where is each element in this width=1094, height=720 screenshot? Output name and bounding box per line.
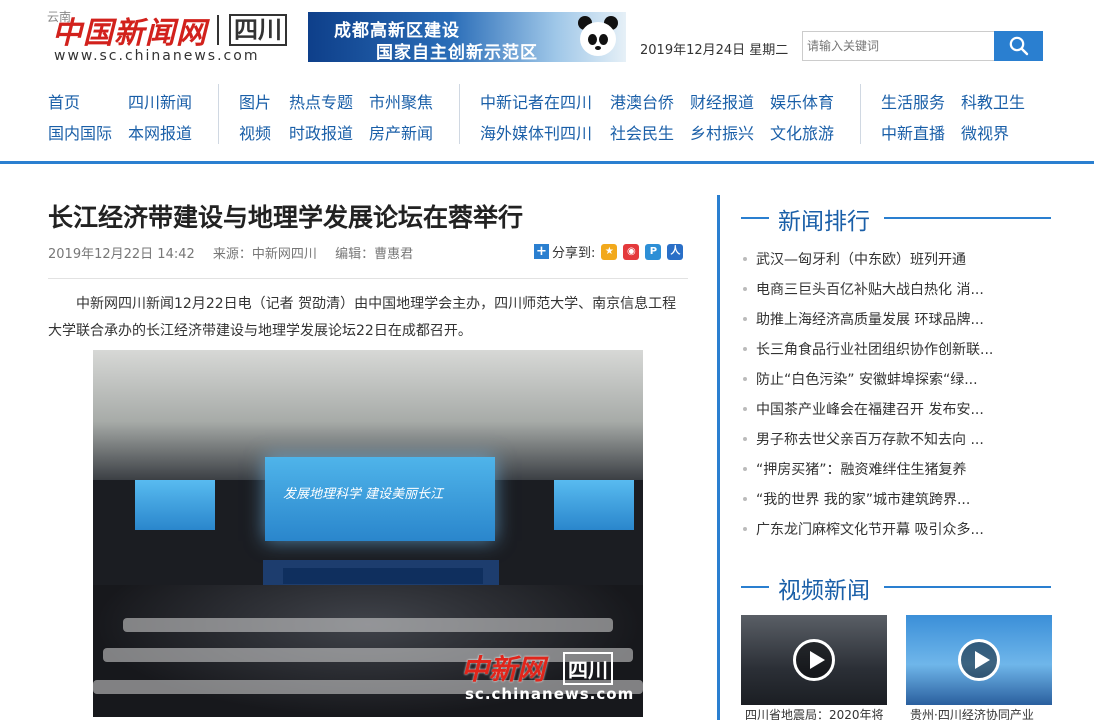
banner-line2: 国家自主创新示范区 (376, 43, 538, 62)
logo-chinese: 中国新闻网 (52, 16, 207, 51)
article-editor: 编辑：曹惠君 (335, 247, 414, 262)
nav-item-home[interactable]: 首页 (48, 89, 80, 113)
photo-watermark: 中新网 (461, 653, 546, 686)
column-divider (717, 195, 720, 720)
article-source: 来源：中新网四川 (212, 247, 317, 262)
nav-item-hk-macau[interactable]: 港澳台侨 (610, 89, 674, 113)
article-date: 2019年12月22日 14:42 (48, 247, 195, 262)
video-caption: 四川省地震局：2020年将 (745, 708, 884, 720)
search-icon (1009, 36, 1028, 56)
video-card[interactable]: 四川省地震局：2020年将 (741, 615, 887, 720)
video-caption: 贵州·四川经济协同产业 (910, 708, 1034, 720)
play-icon (958, 639, 1000, 681)
nav-divider (860, 84, 861, 144)
nav-divider (459, 84, 460, 144)
nav-item-science-health[interactable]: 科教卫生 (961, 89, 1025, 113)
nav-item-overseas-media[interactable]: 海外媒体刊四川 (480, 120, 592, 144)
list-item[interactable]: 武汉—匈牙利（中东欧）班列开通 (741, 246, 1041, 276)
list-item[interactable]: “我的世界 我的家”城市建筑跨界... (741, 486, 1041, 516)
nav-item-hot-topics[interactable]: 热点专题 (289, 89, 353, 113)
logo-divider (217, 15, 219, 45)
weibo-icon[interactable]: ◉ (623, 243, 640, 260)
tencent-weibo-icon[interactable]: P (645, 243, 662, 260)
logo-region: 四川 (229, 14, 287, 46)
renren-icon[interactable]: 人 (667, 243, 684, 260)
nav-item-real-estate[interactable]: 房产新闻 (369, 120, 433, 144)
nav-item-finance[interactable]: 财经报道 (690, 89, 754, 113)
video-card[interactable]: 贵州·四川经济协同产业 (906, 615, 1052, 720)
nav-item-entertainment[interactable]: 娱乐体育 (770, 89, 834, 113)
list-item[interactable]: 长三角食品行业社团组织协作创新联... (741, 336, 1041, 366)
header-divider (0, 161, 1094, 164)
photo-watermark-region: 四川 (563, 652, 613, 685)
nav-item-reporters[interactable]: 中新记者在四川 (480, 89, 592, 113)
share-label: 分享到: (552, 246, 596, 261)
nav-item-politics[interactable]: 时政报道 (289, 120, 353, 144)
qzone-icon[interactable]: ★ (601, 243, 618, 260)
main-nav: 首页 四川新闻 国内国际 本网报道 图片 热点专题 市州聚焦 视频 时政报道 房… (0, 84, 1094, 146)
share-plus-icon[interactable]: + (534, 244, 549, 259)
promo-banner[interactable]: 成都高新区建设 国家自主创新示范区 (308, 12, 626, 62)
nav-item-live[interactable]: 中新直播 (881, 120, 945, 144)
rank-title: 新闻排行 (778, 209, 870, 235)
list-item[interactable]: 助推上海经济高质量发展 环球品牌... (741, 306, 1041, 336)
photo-watermark-url: sc.chinanews.com (465, 685, 635, 703)
nav-item-domestic[interactable]: 国内国际 (48, 120, 112, 144)
article-title: 长江经济带建设与地理学发展论坛在蓉举行 (48, 203, 524, 232)
video-title: 视频新闻 (778, 578, 870, 604)
list-item[interactable]: 男子称去世父亲百万存款不知去向 ... (741, 426, 1041, 456)
list-item[interactable]: 广东龙门麻榨文化节开幕 吸引众多... (741, 516, 1041, 546)
article-meta: 2019年12月22日 14:42 来源：中新网四川 编辑：曹惠君 (48, 243, 427, 262)
nav-divider (218, 84, 219, 144)
list-item[interactable]: 电商三巨头百亿补贴大战白热化 消... (741, 276, 1041, 306)
share-bar: + 分享到: ★ ◉ P 人 (534, 242, 684, 261)
rank-header: 新闻排行 (741, 199, 1051, 235)
video-header: 视频新闻 (741, 568, 1051, 604)
nav-item-micro-view[interactable]: 微视界 (961, 120, 1009, 144)
logo-url: www.sc.chinanews.com (54, 48, 260, 64)
search-input[interactable] (802, 31, 994, 61)
list-item[interactable]: 防止“白色污染” 安徽蚌埠探索“绿... (741, 366, 1041, 396)
nav-item-culture-travel[interactable]: 文化旅游 (770, 120, 834, 144)
article-body: 中新网四川新闻12月22日电（记者 贺劭清）由中国地理学会主办，四川师范大学、南… (48, 296, 677, 339)
search-button[interactable] (994, 31, 1043, 61)
current-date: 2019年12月24日 星期二 (640, 43, 789, 58)
nav-item-life[interactable]: 生活服务 (881, 89, 945, 113)
nav-item-video[interactable]: 视频 (239, 120, 271, 144)
rank-list: 武汉—匈牙利（中东欧）班列开通 电商三巨头百亿补贴大战白热化 消... 助推上海… (741, 246, 1041, 546)
list-item[interactable]: 中国茶产业峰会在福建召开 发布安... (741, 396, 1041, 426)
play-icon (793, 639, 835, 681)
nav-item-society[interactable]: 社会民生 (610, 120, 674, 144)
article-photo: 发展地理科学 建设美丽长江 中新网 四川 sc.chinanews.com (93, 350, 643, 717)
nav-item-photos[interactable]: 图片 (239, 89, 271, 113)
site-header: 云南 中国新闻网 四川 www.sc.chinanews.com 成都高新区建设… (0, 0, 1094, 165)
photo-screen-text: 发展地理科学 建设美丽长江 (283, 487, 444, 502)
nav-item-own-reports[interactable]: 本网报道 (128, 120, 192, 144)
nav-item-rural[interactable]: 乡村振兴 (690, 120, 754, 144)
list-item[interactable]: “押房买猪”：融资难绊住生猪复养 (741, 456, 1041, 486)
nav-item-sichuan-news[interactable]: 四川新闻 (128, 89, 192, 113)
site-logo[interactable]: 中国新闻网 四川 (52, 12, 287, 51)
nav-item-city-focus[interactable]: 市州聚焦 (369, 89, 433, 113)
article-divider (48, 278, 688, 279)
panda-icon (576, 14, 620, 60)
